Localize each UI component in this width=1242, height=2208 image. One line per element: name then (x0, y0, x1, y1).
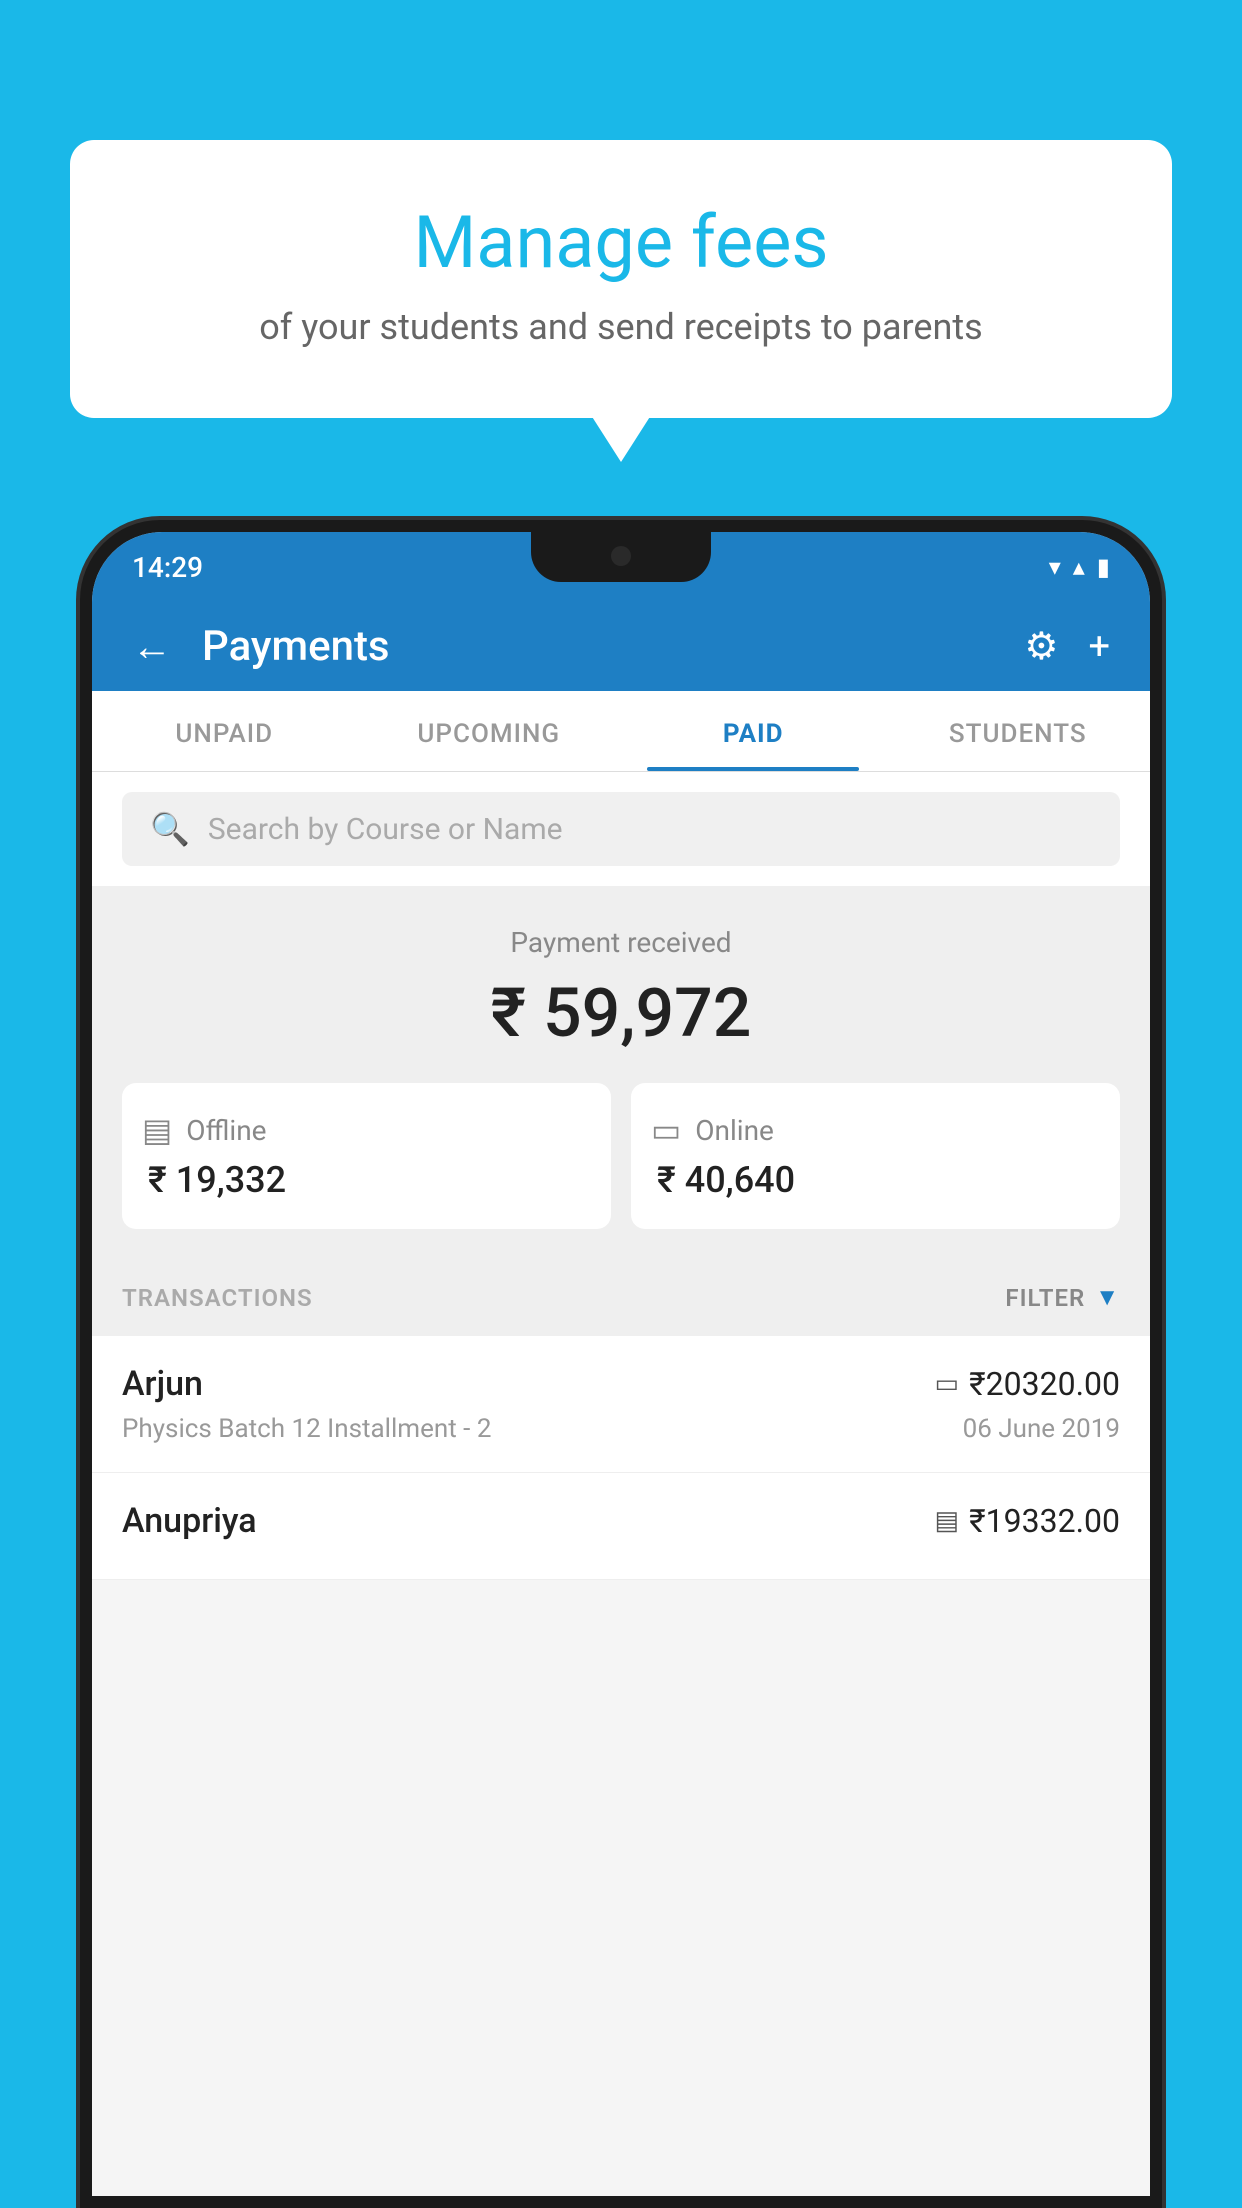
transaction-bottom-1: Physics Batch 12 Installment - 2 06 June… (122, 1414, 1120, 1444)
online-icon: ▭ (651, 1111, 681, 1149)
online-card: ▭ Online ₹ 40,640 (631, 1083, 1120, 1229)
phone-frame: 14:29 ▾ ▴ ▮ ← Payments ⚙ + UNPAID UPCOMI… (80, 520, 1162, 2208)
search-box[interactable]: 🔍 Search by Course or Name (122, 792, 1120, 866)
camera-dot (611, 546, 631, 566)
tab-unpaid[interactable]: UNPAID (92, 691, 357, 771)
search-icon: 🔍 (150, 810, 190, 848)
speech-bubble-container: Manage fees of your students and send re… (70, 140, 1172, 418)
app-header: ← Payments ⚙ + (92, 602, 1150, 691)
table-row[interactable]: Arjun ▭ ₹20320.00 Physics Batch 12 Insta… (92, 1336, 1150, 1473)
offline-card: ▤ Offline ₹ 19,332 (122, 1083, 611, 1229)
transaction-top-1: Arjun ▭ ₹20320.00 (122, 1364, 1120, 1404)
status-time: 14:29 (132, 551, 203, 584)
transactions-header: TRANSACTIONS FILTER ▼ (92, 1259, 1150, 1336)
settings-icon[interactable]: ⚙ (1024, 624, 1058, 669)
payment-summary: Payment received ₹ 59,972 ▤ Offline ₹ 19… (92, 886, 1150, 1259)
transaction-list: Arjun ▭ ₹20320.00 Physics Batch 12 Insta… (92, 1336, 1150, 1580)
transaction-date-1: 06 June 2019 (963, 1414, 1120, 1444)
filter-button[interactable]: FILTER ▼ (1005, 1283, 1120, 1312)
tab-upcoming[interactable]: UPCOMING (357, 691, 622, 771)
online-card-header: ▭ Online (651, 1111, 1100, 1149)
table-row[interactable]: Anupriya ▤ ₹19332.00 (92, 1473, 1150, 1580)
offline-amount: ₹ 19,332 (142, 1159, 591, 1201)
add-icon[interactable]: + (1088, 625, 1110, 669)
filter-label: FILTER (1005, 1284, 1085, 1312)
signal-icon: ▴ (1073, 553, 1085, 581)
course-info-1: Physics Batch 12 Installment - 2 (122, 1414, 491, 1444)
filter-icon: ▼ (1095, 1283, 1120, 1312)
payment-type-icon-2: ▤ (935, 1506, 960, 1536)
tab-paid[interactable]: PAID (621, 691, 886, 771)
transactions-label: TRANSACTIONS (122, 1284, 313, 1312)
payment-total-amount: ₹ 59,972 (122, 973, 1120, 1053)
phone-inner: 14:29 ▾ ▴ ▮ ← Payments ⚙ + UNPAID UPCOMI… (92, 532, 1150, 2196)
offline-icon: ▤ (142, 1111, 172, 1149)
payment-type-icon-1: ▭ (935, 1369, 960, 1399)
page-title: Payments (202, 622, 994, 671)
bubble-title: Manage fees (150, 200, 1092, 286)
transaction-amount-1: ▭ ₹20320.00 (935, 1365, 1120, 1403)
student-name-2: Anupriya (122, 1501, 257, 1541)
offline-label: Offline (186, 1114, 266, 1147)
header-actions: ⚙ + (1024, 624, 1110, 669)
search-placeholder: Search by Course or Name (208, 812, 563, 847)
transaction-top-2: Anupriya ▤ ₹19332.00 (122, 1501, 1120, 1541)
payment-cards: ▤ Offline ₹ 19,332 ▭ Online ₹ 40,640 (122, 1083, 1120, 1229)
transaction-amount-2: ▤ ₹19332.00 (935, 1502, 1120, 1540)
wifi-icon: ▾ (1049, 553, 1061, 581)
status-icons: ▾ ▴ ▮ (1049, 553, 1110, 581)
bubble-subtitle: of your students and send receipts to pa… (150, 306, 1092, 348)
offline-card-header: ▤ Offline (142, 1111, 591, 1149)
amount-value-2: ₹19332.00 (969, 1502, 1120, 1540)
student-name-1: Arjun (122, 1364, 203, 1404)
tabs: UNPAID UPCOMING PAID STUDENTS (92, 691, 1150, 772)
amount-value-1: ₹20320.00 (969, 1365, 1120, 1403)
speech-bubble: Manage fees of your students and send re… (70, 140, 1172, 418)
payment-received-label: Payment received (122, 926, 1120, 959)
battery-icon: ▮ (1097, 553, 1110, 581)
search-container: 🔍 Search by Course or Name (92, 772, 1150, 886)
back-button[interactable]: ← (132, 623, 172, 670)
notch (531, 532, 711, 582)
status-bar: 14:29 ▾ ▴ ▮ (92, 532, 1150, 602)
online-amount: ₹ 40,640 (651, 1159, 1100, 1201)
tab-students[interactable]: STUDENTS (886, 691, 1151, 771)
online-label: Online (695, 1114, 774, 1147)
